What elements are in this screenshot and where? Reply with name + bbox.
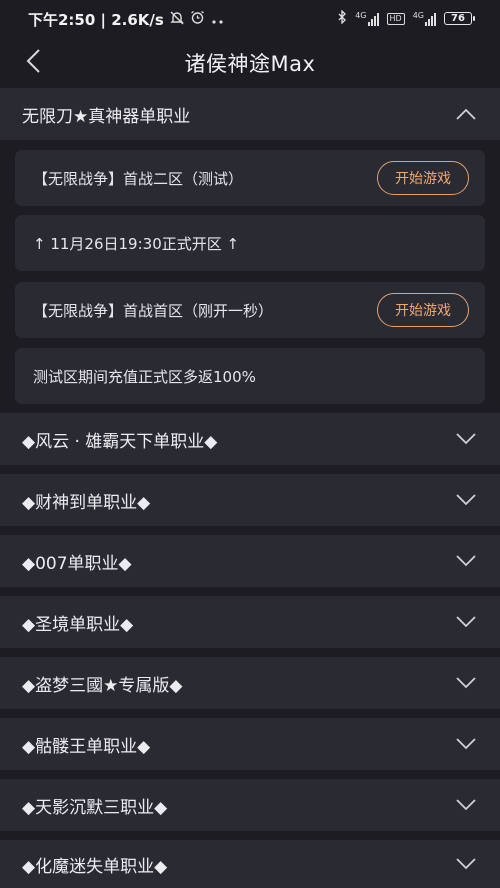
page-title: 诸侯神途Max	[184, 52, 316, 76]
hd-icon: HD	[386, 12, 405, 25]
section-header-collapsed[interactable]: ◆盗梦三國★专属版◆	[0, 657, 500, 709]
chevron-up-icon[interactable]	[456, 104, 476, 124]
notice-text: ↑ 11月26日19:30正式开区 ↑	[33, 234, 240, 253]
section-title: ◆盗梦三國★专属版◆	[22, 675, 183, 696]
section-title: 无限刀★真神器单职业	[22, 106, 191, 127]
section-header-collapsed[interactable]: ◆007单职业◆	[0, 535, 500, 587]
notice-card: ↑ 11月26日19:30正式开区 ↑	[15, 215, 485, 271]
section-title: ◆骷髅王单职业◆	[22, 736, 151, 757]
start-game-button[interactable]: 开始游戏	[377, 161, 469, 195]
section-title: ◆财神到单职业◆	[22, 492, 151, 513]
section-header-expanded[interactable]: 无限刀★真神器单职业	[0, 88, 500, 140]
chevron-down-icon[interactable]	[456, 734, 476, 754]
server-card: 【无限战争】首战首区（刚开一秒） 开始游戏	[15, 282, 485, 338]
chevron-down-icon[interactable]	[456, 490, 476, 510]
section-title: ◆化魔迷失单职业◆	[22, 856, 168, 877]
server-card: 【无限战争】首战二区（测试） 开始游戏	[15, 150, 485, 206]
section-header-collapsed[interactable]: ◆风云 · 雄霸天下单职业◆	[0, 413, 500, 465]
server-name: 【无限战争】首战二区（测试）	[33, 169, 244, 188]
chevron-down-icon[interactable]	[456, 612, 476, 632]
battery-icon: 76	[444, 12, 475, 25]
signal-icon-1: 4G	[355, 11, 379, 26]
status-time: 下午2:50 | 2.6K/s	[28, 11, 164, 29]
chevron-down-icon[interactable]	[456, 429, 476, 449]
section-header-collapsed[interactable]: ◆财神到单职业◆	[0, 474, 500, 526]
signal-icon-2: 4G	[413, 11, 436, 26]
section-header-collapsed[interactable]: ◆骷髅王单职业◆	[0, 718, 500, 770]
section-title: ◆007单职业◆	[22, 553, 132, 574]
section-title: ◆天影沉默三职业◆	[22, 797, 168, 818]
chevron-down-icon[interactable]	[456, 673, 476, 693]
battery-level: 76	[451, 12, 465, 24]
status-bar: 下午2:50 | 2.6K/s 4G HD 4G 76	[0, 0, 500, 36]
notice-card: 测试区期间充值正式区多返100%	[15, 348, 485, 404]
more-dots-icon	[211, 11, 225, 29]
alarm-icon	[190, 10, 205, 29]
chevron-down-icon[interactable]	[456, 854, 476, 874]
section-header-collapsed[interactable]: ◆天影沉默三职业◆	[0, 779, 500, 831]
section-title: ◆风云 · 雄霸天下单职业◆	[22, 431, 218, 452]
chevron-down-icon[interactable]	[456, 795, 476, 815]
notice-text: 测试区期间充值正式区多返100%	[33, 367, 256, 386]
server-name: 【无限战争】首战首区（刚开一秒）	[33, 301, 274, 320]
section-title: ◆圣境单职业◆	[22, 614, 134, 635]
start-game-button[interactable]: 开始游戏	[377, 293, 469, 327]
bluetooth-icon	[338, 9, 347, 28]
section-header-collapsed[interactable]: ◆化魔迷失单职业◆	[0, 840, 500, 888]
nav-bar: 诸侯神途Max	[0, 36, 500, 86]
do-not-disturb-icon	[170, 11, 184, 29]
section-header-collapsed[interactable]: ◆圣境单职业◆	[0, 596, 500, 648]
chevron-down-icon[interactable]	[456, 551, 476, 571]
